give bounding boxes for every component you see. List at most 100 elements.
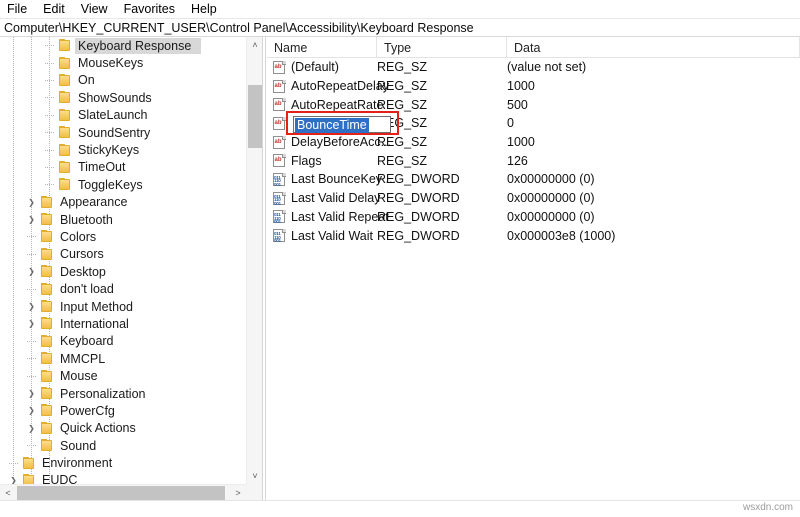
rename-input[interactable]: BounceTime <box>293 115 391 133</box>
folder-icon <box>39 230 55 243</box>
chevron-right-icon[interactable]: ❯ <box>24 194 39 211</box>
tree-item-international[interactable]: ❯ International <box>0 315 246 332</box>
tree-item-input-method[interactable]: ❯ Input Method <box>0 298 246 315</box>
tree-dash-icon <box>27 445 36 447</box>
tree-item-keyboard-response[interactable]: Keyboard Response <box>0 37 246 54</box>
menu-item-file[interactable]: File <box>7 1 35 17</box>
chevron-right-icon[interactable]: ❯ <box>24 211 39 228</box>
column-header-name[interactable]: Name <box>267 37 377 58</box>
scroll-up-icon[interactable]: ˄ <box>247 37 262 53</box>
pane-splitter[interactable] <box>262 37 266 500</box>
tree-dash-icon <box>45 45 54 47</box>
tree-item-stickykeys[interactable]: StickyKeys <box>0 141 246 158</box>
scroll-right-icon[interactable]: ˃ <box>230 485 246 500</box>
tree-item-label: MouseKeys <box>78 56 144 71</box>
tree-item-timeout[interactable]: TimeOut <box>0 159 246 176</box>
table-row[interactable]: ab (Default) REG_SZ (value not set) <box>267 58 800 77</box>
tree-item-label: Keyboard Response <box>75 37 202 54</box>
tree-item-label: ShowSounds <box>78 90 152 105</box>
tree-item-personalization[interactable]: ❯ Personalization <box>0 385 246 402</box>
value-type-cell: REG_SZ <box>377 60 428 75</box>
string-value-icon: ab <box>273 135 286 149</box>
tree-item-mousekeys[interactable]: MouseKeys <box>0 54 246 71</box>
tree-item-showsounds[interactable]: ShowSounds <box>0 89 246 106</box>
value-name-cell[interactable]: 011 110 001 Last Valid Repeat <box>267 208 389 227</box>
table-row[interactable]: 011 110 001 Last Valid Repeat REG_DWORD 0x000… <box>267 208 800 227</box>
table-row[interactable]: ab Flags REG_SZ 126 <box>267 151 800 170</box>
tree-item-mmcpl[interactable]: MMCPL <box>0 350 246 367</box>
value-data-cell: 0x00000000 (0) <box>507 191 595 206</box>
chevron-right-icon[interactable]: ❯ <box>24 315 39 332</box>
folder-icon <box>57 73 73 87</box>
tree-item-bluetooth[interactable]: ❯ Bluetooth <box>0 211 246 228</box>
tree-item-togglekeys[interactable]: ToggleKeys <box>0 176 246 193</box>
chevron-right-icon[interactable]: ❯ <box>24 385 39 402</box>
value-name-cell[interactable]: ab (Default) <box>267 58 339 77</box>
value-name-label: (Default) <box>291 60 339 75</box>
tree-item-mouse[interactable]: Mouse <box>0 367 246 384</box>
value-name-cell[interactable]: ab DelayBeforeAcc... <box>267 133 391 152</box>
chevron-right-icon[interactable]: ❯ <box>6 472 21 484</box>
menu-item-favorites[interactable]: Favorites <box>124 1 183 17</box>
tree-item-sound[interactable]: Sound <box>0 437 246 454</box>
value-name-cell[interactable]: ab BounceTime <box>267 110 399 135</box>
tree-item-label: Environment <box>42 456 113 471</box>
scroll-left-icon[interactable]: ˂ <box>0 485 16 500</box>
menu-item-view[interactable]: View <box>81 1 116 17</box>
string-value-icon: ab <box>273 60 286 74</box>
dword-value-icon: 011 110 001 <box>273 191 286 205</box>
chevron-right-icon[interactable]: ❯ <box>24 263 39 280</box>
tree-hscroll-thumb[interactable] <box>17 486 225 500</box>
table-row[interactable]: ab DelayBeforeAcc... REG_SZ 1000 <box>267 133 800 152</box>
tree-leaf-connector <box>42 159 57 176</box>
tree-item-soundsentry[interactable]: SoundSentry <box>0 124 246 141</box>
tree-item-powercfg[interactable]: ❯ PowerCfg <box>0 402 246 419</box>
value-name-cell[interactable]: ab AutoRepeatRate <box>267 95 383 114</box>
menu-item-help[interactable]: Help <box>191 1 225 17</box>
column-header-data[interactable]: Data <box>507 37 800 58</box>
tree-horizontal-scrollbar[interactable]: ˂ ˃ <box>0 484 262 500</box>
folder-icon <box>57 160 73 174</box>
tree-item-desktop[interactable]: ❯ Desktop <box>0 263 246 280</box>
tree-vscroll-thumb[interactable] <box>248 85 262 148</box>
table-row[interactable]: 011 110 001 Last Valid Delay REG_DWORD 0x0000… <box>267 189 800 208</box>
tree-item-cursors[interactable]: Cursors <box>0 246 246 263</box>
table-row[interactable]: ab BounceTime REG_SZ 0 <box>267 110 800 135</box>
tree-dash-icon <box>45 114 54 116</box>
table-row[interactable]: ab AutoRepeatDelay REG_SZ 1000 <box>267 77 800 96</box>
tree-item-don-t-load[interactable]: don't load <box>0 280 246 297</box>
value-name-label: Last Valid Wait <box>291 228 373 243</box>
table-row[interactable]: 011 110 001 Last Valid Wait REG_DWORD 0x00000… <box>267 226 800 245</box>
tree-item-label: Desktop <box>60 264 106 279</box>
table-row[interactable]: 011 110 001 Last BounceKey ... REG_DWORD 0x00… <box>267 170 800 189</box>
menu-item-edit[interactable]: Edit <box>43 1 73 17</box>
folder-icon <box>39 369 55 383</box>
tree-item-on[interactable]: On <box>0 72 246 89</box>
tree-item-quick-actions[interactable]: ❯ Quick Actions <box>0 420 246 437</box>
tree-item-environment[interactable]: Environment <box>0 454 246 471</box>
dword-value-icon: 011 110 001 <box>273 229 286 243</box>
tree-item-keyboard[interactable]: Keyboard <box>0 333 246 350</box>
tree-leaf-connector <box>24 437 39 454</box>
value-type-cell: REG_SZ <box>377 135 428 150</box>
string-value-icon: ab <box>273 154 286 168</box>
tree-item-label: EUDC <box>42 473 78 484</box>
column-header-type[interactable]: Type <box>377 37 507 58</box>
chevron-right-icon[interactable]: ❯ <box>24 420 39 437</box>
tree-item-colors[interactable]: Colors <box>0 228 246 245</box>
value-name-cell[interactable]: 011 110 001 Last Valid Wait <box>267 226 373 245</box>
tree-vertical-scrollbar[interactable]: ˄ ˅ <box>246 37 262 484</box>
address-bar[interactable]: Computer\HKEY_CURRENT_USER\Control Panel… <box>0 18 800 37</box>
scroll-down-icon[interactable]: ˅ <box>247 468 262 484</box>
table-row[interactable]: ab AutoRepeatRate REG_SZ 500 <box>267 95 800 114</box>
chevron-right-icon[interactable]: ❯ <box>24 402 39 419</box>
registry-tree[interactable]: Keyboard Response MouseKeys On ShowSounds Sl… <box>0 37 246 484</box>
value-name-cell[interactable]: ab AutoRepeatDelay <box>267 77 389 96</box>
tree-item-appearance[interactable]: ❯ Appearance <box>0 194 246 211</box>
tree-item-eudc[interactable]: ❯ EUDC <box>0 472 246 484</box>
value-name-cell[interactable]: 011 110 001 Last Valid Delay <box>267 189 380 208</box>
value-name-cell[interactable]: ab Flags <box>267 151 322 170</box>
tree-leaf-connector <box>24 246 39 263</box>
chevron-right-icon[interactable]: ❯ <box>24 298 39 315</box>
tree-item-slatelaunch[interactable]: SlateLaunch <box>0 107 246 124</box>
